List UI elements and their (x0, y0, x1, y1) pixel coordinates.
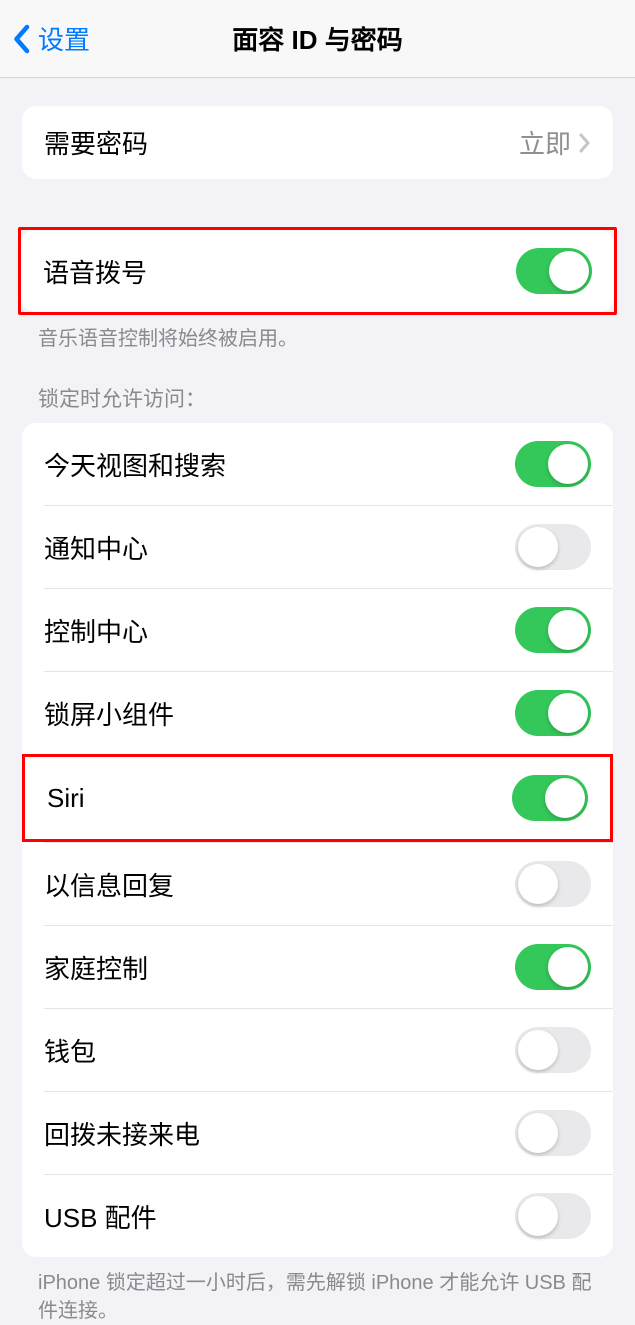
require-passcode-label: 需要密码 (44, 124, 148, 161)
toggle-knob (549, 251, 589, 291)
lock-access-row: 家庭控制 (44, 925, 613, 1008)
lock-access-toggle[interactable] (515, 861, 591, 907)
lock-access-toggle[interactable] (515, 944, 591, 990)
toggle-knob (518, 1030, 558, 1070)
lock-access-row: 回拨未接来电 (44, 1091, 613, 1174)
lock-access-row: 通知中心 (44, 505, 613, 588)
toggle-knob (548, 610, 588, 650)
voice-dial-label: 语音拨号 (43, 253, 147, 290)
voice-dial-footer: 音乐语音控制将始终被启用。 (0, 315, 635, 353)
lock-access-row: 控制中心 (44, 588, 613, 671)
lock-access-label: USB 配件 (44, 1198, 157, 1235)
lock-access-group: 今天视图和搜索通知中心控制中心锁屏小组件 Siri 以信息回复家庭控制钱包回拨未接来… (22, 423, 613, 1257)
toggle-knob (518, 527, 558, 567)
lock-access-label: 控制中心 (44, 612, 148, 649)
row-value-wrap: 立即 (519, 124, 591, 161)
navigation-header: 设置 面容 ID 与密码 (0, 0, 635, 78)
chevron-right-icon (579, 133, 591, 153)
lock-access-toggle[interactable] (515, 690, 591, 736)
lock-access-label: 以信息回复 (44, 866, 174, 903)
toggle-knob (518, 864, 558, 904)
voice-dial-row: 语音拨号 (21, 230, 614, 312)
passcode-group: 需要密码 立即 (22, 106, 613, 179)
lock-access-toggle[interactable] (515, 524, 591, 570)
back-button[interactable]: 设置 (0, 20, 90, 57)
toggle-knob (545, 778, 585, 818)
lock-access-row: 今天视图和搜索 (22, 423, 613, 505)
toggle-knob (518, 1196, 558, 1236)
chevron-left-icon (12, 24, 30, 54)
back-label: 设置 (38, 20, 90, 57)
lock-access-toggle[interactable] (515, 1193, 591, 1239)
lock-access-label: 锁屏小组件 (44, 695, 174, 732)
toggle-knob (518, 1113, 558, 1153)
voice-dial-highlight: 语音拨号 (18, 227, 617, 315)
lock-access-label: 回拨未接来电 (44, 1115, 200, 1152)
lock-access-toggle[interactable] (515, 1110, 591, 1156)
voice-dial-toggle[interactable] (516, 248, 592, 294)
lock-access-label: 今天视图和搜索 (44, 446, 226, 483)
lock-access-toggle[interactable] (515, 441, 591, 487)
require-passcode-value: 立即 (519, 124, 571, 161)
lock-access-row: 以信息回复 (44, 842, 613, 925)
lock-access-row: USB 配件 (44, 1174, 613, 1257)
lock-access-row: 锁屏小组件 (44, 671, 613, 754)
voice-dial-group: 语音拨号 (21, 230, 614, 312)
page-title: 面容 ID 与密码 (232, 20, 402, 57)
require-passcode-row[interactable]: 需要密码 立即 (22, 106, 613, 179)
toggle-knob (548, 444, 588, 484)
lock-access-toggle[interactable] (515, 607, 591, 653)
lock-access-toggle[interactable] (515, 1027, 591, 1073)
lock-access-label: 通知中心 (44, 529, 148, 566)
lock-access-toggle[interactable] (512, 775, 588, 821)
lock-access-footer: iPhone 锁定超过一小时后，需先解锁 iPhone 才能允许 USB 配件连… (0, 1257, 635, 1325)
lock-access-label: Siri (47, 783, 85, 814)
lock-access-header: 锁定时允许访问： (0, 353, 635, 423)
content-area: 需要密码 立即 语音拨号 音乐语音控制将始终被启用。 锁定时允许访问： 今天视图… (0, 78, 635, 1325)
lock-access-label: 家庭控制 (44, 949, 148, 986)
toggle-knob (548, 693, 588, 733)
lock-access-label: 钱包 (44, 1032, 96, 1069)
lock-access-row: Siri (22, 754, 613, 842)
toggle-knob (548, 947, 588, 987)
lock-access-row: 钱包 (44, 1008, 613, 1091)
